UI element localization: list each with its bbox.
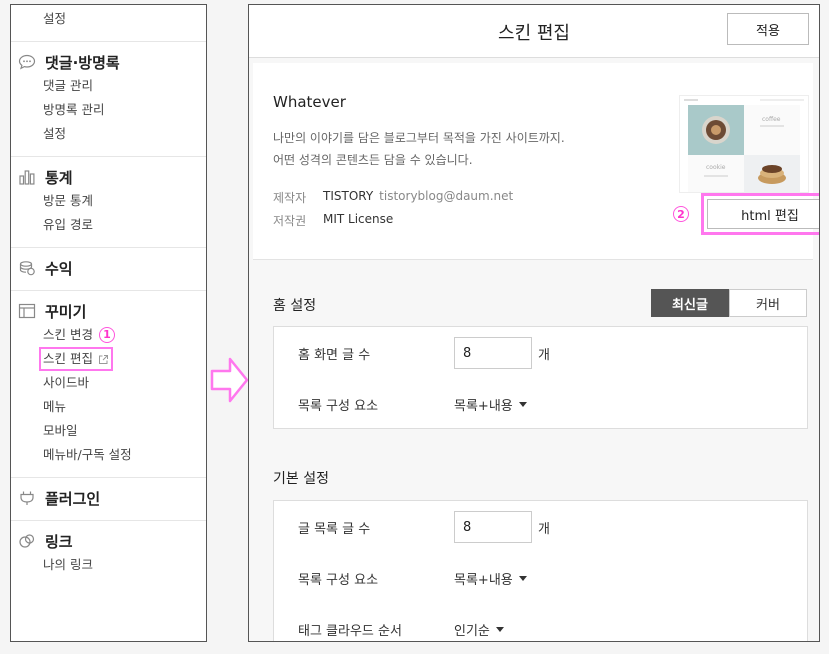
bar-chart-icon [17, 167, 37, 187]
tab-cover[interactable]: 커버 [729, 289, 807, 317]
sidebar-item-my-link[interactable]: 나의 링크 [11, 553, 206, 577]
sidebar-head-comments[interactable]: 댓글·방명록 [11, 50, 206, 74]
basic-post-count-row: 글 목록 글 수 개 [274, 501, 807, 552]
sidebar-item-settings-top[interactable]: 설정 [11, 5, 206, 31]
coins-icon [17, 258, 37, 278]
tag-order-select[interactable]: 인기순 [454, 620, 504, 639]
sidebar-section-comments: 댓글·방명록 댓글 관리 방명록 관리 설정 [11, 42, 206, 157]
sidebar-item-skin-change-label: 스킨 변경 [43, 327, 93, 342]
html-edit-highlight: html 편집 [701, 193, 819, 235]
sidebar-title-decorate: 꾸미기 [45, 302, 87, 321]
link-circles-icon [17, 531, 37, 551]
sidebar-head-decorate[interactable]: 꾸미기 [11, 299, 206, 323]
skin-thumbnail-image [680, 96, 808, 192]
sidebar-head-stats[interactable]: 통계 [11, 165, 206, 189]
home-post-count-input[interactable] [454, 337, 532, 369]
home-list-comp-label: 목록 구성 요소 [298, 399, 379, 414]
sidebar-item-comment-settings[interactable]: 설정 [11, 122, 206, 146]
layout-icon [17, 301, 37, 321]
basic-post-count-input[interactable] [454, 511, 532, 543]
tab-latest[interactable]: 최신글 [651, 289, 729, 317]
sidebar-head-revenue[interactable]: 수익 [11, 256, 206, 280]
caret-down-icon [518, 576, 527, 581]
skin-edit-panel: 스킨 편집 적용 Whatever 나만의 이야기를 담은 블로그부터 목적을 … [248, 4, 820, 642]
sidebar-item-comment-manage[interactable]: 댓글 관리 [11, 74, 206, 98]
panel-header: 스킨 편집 적용 [249, 5, 819, 58]
skin-name: Whatever [273, 93, 346, 111]
sidebar-item-visit-stats[interactable]: 방문 통계 [11, 189, 206, 213]
sidebar-item-skin-edit-label: 스킨 편집 [43, 351, 93, 366]
sidebar-section-top: 설정 [11, 5, 206, 42]
sidebar-item-mobile[interactable]: 모바일 [11, 419, 206, 443]
sidebar-item-guestbook-manage[interactable]: 방명록 관리 [11, 98, 206, 122]
thumb-text-coffee: coffee [762, 116, 781, 123]
skin-desc-line2: 어떤 성격의 콘텐츠든 담을 수 있습니다. [273, 153, 473, 167]
license-value: MIT License [323, 212, 394, 226]
sidebar-title-revenue: 수익 [45, 259, 73, 278]
home-post-count-row: 홈 화면 글 수 개 [274, 327, 807, 378]
sidebar-head-plugin[interactable]: 플러그인 [11, 486, 206, 510]
skin-license-row: 저작권 MIT License [273, 212, 393, 229]
basic-list-comp-value: 목록+내용 [454, 573, 513, 588]
right-arrow-icon [210, 357, 249, 403]
sidebar-item-referrer[interactable]: 유입 경로 [11, 213, 206, 237]
annotation-badge-2: 2 [673, 206, 689, 222]
sidebar-head-link[interactable]: 링크 [11, 529, 206, 553]
sidebar-title-stats: 통계 [45, 168, 73, 187]
sidebar-item-sidebar[interactable]: 사이드바 [11, 371, 206, 395]
skin-thumbnail: coffee cookie [679, 95, 809, 193]
sidebar-section-revenue: 수익 [11, 248, 206, 291]
skin-description: 나만의 이야기를 담은 블로그부터 목적을 가진 사이트까지. 어떤 성격의 콘… [273, 127, 565, 171]
basic-settings-title: 기본 설정 [273, 471, 329, 487]
basic-list-comp-row: 목록 구성 요소 목록+내용 [274, 552, 807, 603]
admin-sidebar: 설정 댓글·방명록 댓글 관리 방명록 관리 설정 통계 방문 통계 유입 경로… [10, 4, 207, 642]
external-link-icon [98, 354, 108, 364]
html-edit-area: 2 html 편집 [673, 193, 819, 235]
sidebar-section-stats: 통계 방문 통계 유입 경로 [11, 157, 206, 248]
basic-settings-box: 글 목록 글 수 개 목록 구성 요소 목록+내용 태그 클라우드 순서 인기순 [273, 500, 808, 641]
html-edit-button[interactable]: html 편집 [707, 199, 819, 229]
home-mode-toggle: 최신글 커버 [651, 289, 807, 317]
basic-post-count-label: 글 목록 글 수 [298, 522, 371, 537]
speech-bubble-icon [17, 52, 37, 72]
annotation-badge-1: 1 [98, 327, 115, 343]
sidebar-title-comments: 댓글·방명록 [45, 53, 120, 72]
basic-list-comp-select[interactable]: 목록+내용 [454, 569, 527, 588]
sidebar-section-plugin: 플러그인 [11, 478, 206, 521]
home-post-count-label: 홈 화면 글 수 [298, 348, 371, 363]
skin-maker-row: 제작자 TISTORY tistoryblog@daum.net [273, 189, 513, 206]
thumb-text-cookie: cookie [706, 164, 726, 171]
maker-label: 제작자 [273, 191, 307, 205]
maker-value: TISTORY [323, 189, 374, 203]
apply-button[interactable]: 적용 [727, 13, 809, 45]
basic-list-comp-label: 목록 구성 요소 [298, 573, 379, 588]
sidebar-section-link: 링크 나의 링크 [11, 521, 206, 587]
skin-desc-line1: 나만의 이야기를 담은 블로그부터 목적을 가진 사이트까지. [273, 131, 565, 145]
home-settings-box: 홈 화면 글 수 개 목록 구성 요소 목록+내용 [273, 326, 808, 429]
sidebar-item-skin-edit[interactable]: 스킨 편집 [11, 347, 206, 371]
sidebar-title-link: 링크 [45, 532, 73, 551]
sidebar-section-decorate: 꾸미기 스킨 변경 1 스킨 편집 사이드바 메뉴 모바일 메뉴바/구독 설정 [11, 291, 206, 478]
caret-down-icon [518, 402, 527, 407]
tag-order-value: 인기순 [454, 624, 490, 639]
caret-down-icon [495, 627, 504, 632]
plug-icon [17, 488, 37, 508]
maker-email: tistoryblog@daum.net [379, 189, 514, 203]
tag-order-row: 태그 클라우드 순서 인기순 [274, 603, 807, 641]
home-post-count-unit: 개 [538, 348, 550, 363]
license-label: 저작권 [273, 214, 307, 228]
basic-post-count-unit: 개 [538, 522, 550, 537]
home-list-comp-value: 목록+내용 [454, 399, 513, 414]
home-list-comp-select[interactable]: 목록+내용 [454, 395, 527, 414]
sidebar-item-menu[interactable]: 메뉴 [11, 395, 206, 419]
tag-order-label: 태그 클라우드 순서 [298, 624, 402, 639]
home-settings-title: 홈 설정 [273, 298, 317, 314]
skin-info-card: Whatever 나만의 이야기를 담은 블로그부터 목적을 가진 사이트까지.… [253, 63, 819, 260]
sidebar-item-menubar[interactable]: 메뉴바/구독 설정 [11, 443, 206, 467]
sidebar-title-plugin: 플러그인 [45, 489, 101, 508]
home-list-comp-row: 목록 구성 요소 목록+내용 [274, 378, 807, 429]
skin-edit-highlight: 스킨 편집 [39, 347, 113, 371]
sidebar-item-skin-change[interactable]: 스킨 변경 1 [11, 323, 206, 347]
